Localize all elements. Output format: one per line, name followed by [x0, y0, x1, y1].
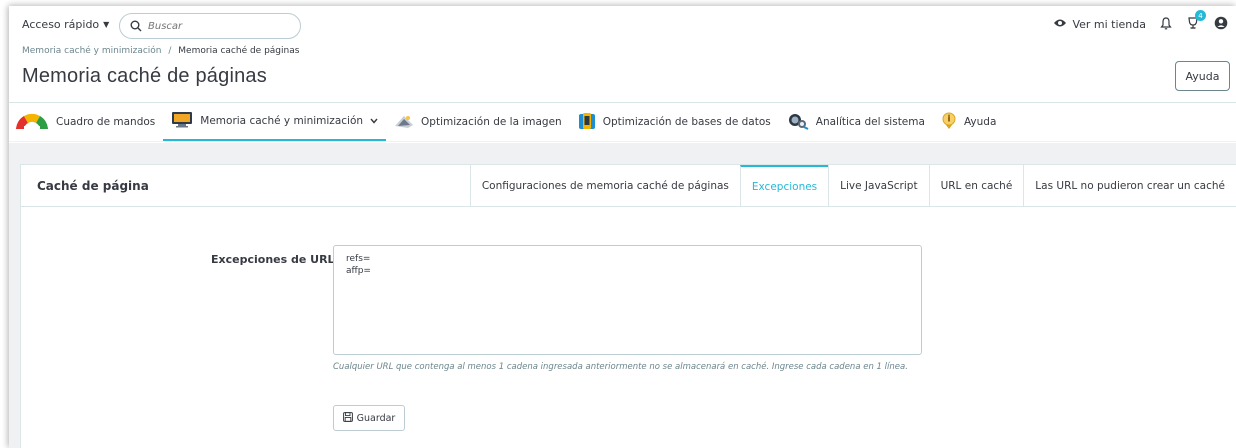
nav-item-cache-minification[interactable]: Memoria caché y minimización: [163, 103, 387, 141]
nav-item-label: Memoria caché y minimización: [200, 115, 364, 127]
nav-item-label: Cuadro de mandos: [56, 116, 156, 128]
quick-access-label: Acceso rápido: [22, 18, 100, 31]
nav-item-system-analytics[interactable]: Analítica del sistema: [779, 103, 933, 141]
nav-item-label: Optimización de la imagen: [421, 116, 562, 128]
bell-icon[interactable]: [1160, 16, 1172, 33]
tab-live-javascript[interactable]: Live JavaScript: [828, 165, 928, 206]
database-icon: [578, 112, 596, 133]
save-button[interactable]: Guardar: [333, 405, 405, 431]
page-title: Memoria caché de páginas: [22, 65, 267, 87]
search-box[interactable]: [119, 13, 301, 39]
search-icon: [130, 17, 142, 36]
system-analytics-icon: [787, 112, 809, 133]
nav-item-image-optimization[interactable]: Optimización de la imagen: [386, 103, 570, 141]
save-button-label: Guardar: [356, 412, 396, 424]
top-header: Acceso rápido ▼ Ver mi tienda: [9, 6, 1236, 44]
nav-item-label: Analítica del sistema: [815, 116, 925, 128]
breadcrumb-separator: /: [168, 46, 172, 56]
help-button[interactable]: Ayuda: [1175, 61, 1230, 91]
floppy-disk-icon: [342, 411, 353, 425]
search-input[interactable]: [148, 20, 288, 32]
notification-badge: 4: [1195, 10, 1206, 21]
tab-page-cache-settings[interactable]: Configuraciones de memoria caché de pági…: [469, 165, 740, 206]
card-tabs: Configuraciones de memoria caché de pági…: [469, 165, 1236, 206]
tab-failed-cache-urls[interactable]: Las URL no pudieron crear un caché: [1023, 165, 1236, 206]
tab-cached-urls[interactable]: URL en caché: [928, 165, 1024, 206]
nav-item-dashboard[interactable]: Cuadro de mandos: [9, 103, 163, 141]
monitor-icon: [171, 111, 193, 131]
module-nav: Cuadro de mandos Memoria caché y minimiz…: [9, 102, 1236, 142]
image-optimization-icon: [394, 113, 414, 132]
breadcrumb-parent-link[interactable]: Memoria caché y minimización: [22, 46, 162, 56]
user-account-icon[interactable]: [1214, 16, 1228, 33]
tab-exceptions[interactable]: Excepciones: [739, 165, 829, 206]
view-store-label: Ver mi tienda: [1072, 18, 1146, 31]
url-exceptions-label: Excepciones de URL: [211, 253, 335, 266]
card-header: Caché de página Configuraciones de memor…: [21, 165, 1236, 207]
nav-item-label: Ayuda: [963, 116, 997, 128]
card-title: Caché de página: [37, 178, 149, 193]
url-exceptions-help-text: Cualquier URL que contenga al menos 1 ca…: [333, 362, 908, 372]
nav-item-help[interactable]: Ayuda: [933, 103, 1004, 141]
gauge-icon: [15, 113, 49, 132]
quick-access-dropdown[interactable]: Acceso rápido ▼: [22, 18, 109, 31]
chevron-down-icon: [370, 115, 378, 127]
breadcrumb: Memoria caché y minimización / Memoria c…: [22, 46, 299, 56]
app-frame: Acceso rápido ▼ Ver mi tienda: [9, 6, 1236, 448]
help-info-icon: [941, 112, 957, 133]
nav-item-database-optimization[interactable]: Optimización de bases de datos: [570, 103, 779, 141]
view-store-link[interactable]: Ver mi tienda: [1053, 18, 1146, 31]
breadcrumb-current: Memoria caché de páginas: [178, 46, 300, 56]
caret-down-icon: ▼: [103, 20, 110, 29]
header-actions: Ver mi tienda 4: [1053, 10, 1228, 33]
url-exceptions-textarea[interactable]: refs= affp=: [333, 245, 922, 355]
eye-icon: [1053, 18, 1067, 31]
page-cache-card: Caché de página Configuraciones de memor…: [20, 164, 1236, 448]
nav-item-label: Optimización de bases de datos: [602, 116, 771, 128]
trophy-button[interactable]: 4: [1186, 10, 1206, 33]
